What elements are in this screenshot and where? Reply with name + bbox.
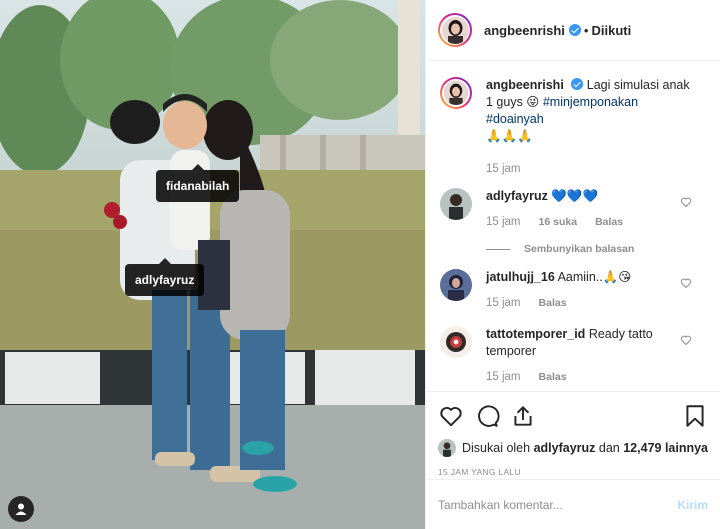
avatar-photo-icon: [441, 16, 469, 44]
post-actions: Disukai oleh adlyfayruz dan 12,479 lainn…: [426, 391, 720, 477]
comment-time[interactable]: 15 jam: [486, 214, 521, 231]
caption-avatar[interactable]: [440, 77, 472, 109]
comment-avatar[interactable]: [440, 269, 472, 301]
avatar-photo-icon: [440, 269, 472, 301]
post-header: angbeenrishi • Diikuti: [426, 0, 720, 61]
liker-avatar[interactable]: [438, 439, 456, 457]
user-tag-adlyfayruz[interactable]: adlyfayruz: [125, 258, 205, 296]
likes-count[interactable]: 12,479 lainnya: [623, 441, 708, 455]
caption-username[interactable]: angbeenrishi: [486, 78, 564, 92]
comment-text: 💙💙💙: [551, 189, 599, 203]
reply-button[interactable]: Balas: [595, 214, 623, 231]
liked-by: Disukai oleh adlyfayruz dan 12,479 lainn…: [438, 439, 708, 457]
comment-username[interactable]: tattotemporer_id: [486, 327, 585, 341]
comment-likes[interactable]: 16 suka: [539, 214, 578, 231]
author-username[interactable]: angbeenrishi: [484, 23, 565, 38]
hide-replies-label: Sembunyikan balasan: [524, 243, 635, 255]
post-photo[interactable]: fidanabilah adlyfayruz: [0, 0, 425, 529]
like-comment-heart-icon[interactable]: [680, 334, 692, 346]
person-icon: [15, 503, 27, 515]
tagged-users-button[interactable]: [8, 496, 34, 522]
avatar-photo-icon: [438, 439, 456, 457]
hide-replies-button[interactable]: Sembunyikan balasan: [486, 243, 706, 255]
avatar-photo-icon: [440, 326, 472, 358]
comment-avatar[interactable]: [440, 188, 472, 220]
hashtag-link[interactable]: #doainyah: [486, 112, 544, 126]
comment-text: Aamiin..🙏😘: [557, 270, 632, 284]
comment-input[interactable]: [438, 497, 678, 512]
hide-replies-line: [486, 248, 510, 250]
liked-by-prefix: Disukai oleh: [462, 441, 531, 455]
comments-list[interactable]: angbeenrishi Lagi simulasi anak 1 guys 😜…: [426, 61, 720, 391]
post-timestamp[interactable]: 15 JAM YANG LALU: [438, 467, 708, 477]
comment-username[interactable]: jatulhujj_16: [486, 270, 555, 284]
reply-button[interactable]: Balas: [539, 369, 567, 386]
follow-status-button[interactable]: Diikuti: [591, 23, 631, 38]
like-comment-heart-icon[interactable]: [680, 277, 692, 289]
comment-bubble-icon[interactable]: [474, 403, 500, 429]
photo-scene: [0, 0, 425, 529]
post-side-panel: angbeenrishi • Diikuti angbeenrishi Lagi…: [425, 0, 720, 529]
comment-item: jatulhujj_16 Aamiin..🙏😘 15 jam Balas: [440, 269, 706, 312]
user-tag-fidanabilah[interactable]: fidanabilah: [156, 164, 240, 202]
caption-time[interactable]: 15 jam: [486, 161, 521, 178]
like-heart-icon[interactable]: [438, 403, 464, 429]
reply-button[interactable]: Balas: [539, 295, 567, 312]
avatar-photo-icon: [440, 188, 472, 220]
caption-emoji: 🙏🙏🙏: [486, 129, 533, 143]
post-comment-button[interactable]: Kirim: [677, 498, 708, 512]
verified-badge-icon: [568, 24, 581, 36]
add-comment-bar: Kirim: [426, 479, 720, 529]
author-avatar[interactable]: [438, 13, 472, 47]
header-separator: •: [583, 22, 589, 38]
comment-item: adlyfayruz 💙💙💙 15 jam 16 suka Balas: [440, 188, 706, 231]
comment-avatar[interactable]: [440, 326, 472, 358]
liked-by-user[interactable]: adlyfayruz: [534, 441, 596, 455]
avatar-photo-icon: [442, 79, 470, 107]
comment-time[interactable]: 15 jam: [486, 369, 521, 386]
share-upload-icon[interactable]: [510, 403, 536, 429]
comment-item: tattotemporer_id Ready tatto temporer 15…: [440, 326, 706, 386]
hashtag-link[interactable]: #minjemponakan: [543, 95, 638, 109]
bookmark-icon[interactable]: [682, 403, 708, 429]
like-comment-heart-icon[interactable]: [680, 196, 692, 208]
verified-badge-icon: [571, 78, 584, 90]
caption: angbeenrishi Lagi simulasi anak 1 guys 😜…: [440, 77, 706, 178]
comment-time[interactable]: 15 jam: [486, 295, 521, 312]
instagram-post: fidanabilah adlyfayruz angbeenrishi • Di…: [0, 0, 720, 529]
liked-by-conj: dan: [598, 441, 620, 455]
comment-username[interactable]: adlyfayruz: [486, 189, 548, 203]
